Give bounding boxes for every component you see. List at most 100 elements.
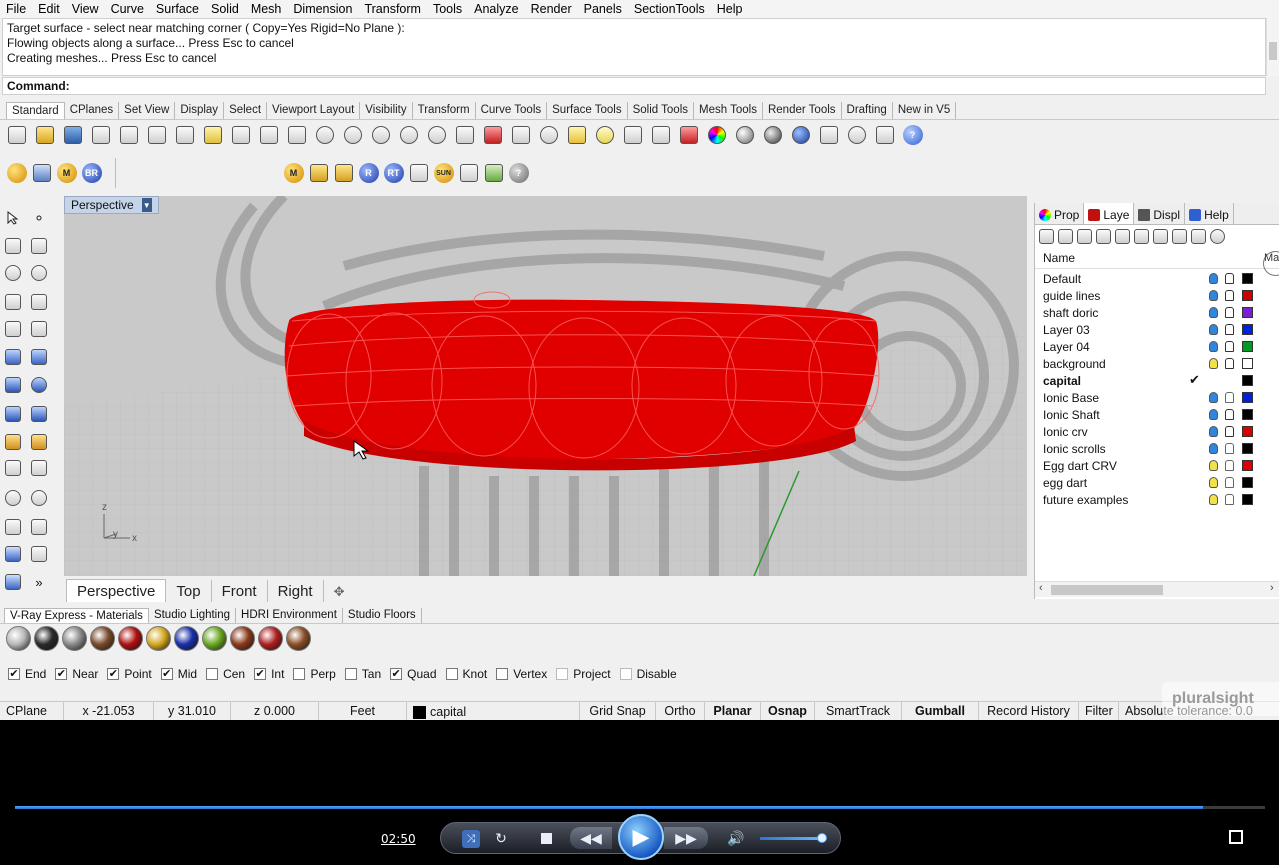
vray-bottle-button[interactable] — [29, 161, 54, 186]
menu-analyze[interactable]: Analyze — [468, 0, 524, 18]
tab-layers[interactable]: Laye — [1084, 203, 1135, 224]
rotate-view-button[interactable] — [284, 123, 309, 148]
layer-color-swatch[interactable] — [1242, 273, 1253, 284]
vray-tag2-button[interactable] — [331, 161, 356, 186]
vray-material-editor-button[interactable]: M — [281, 161, 306, 186]
name-column-header[interactable]: Name — [1043, 251, 1075, 265]
layer-color-swatch[interactable] — [1242, 358, 1253, 369]
lightbulb-icon[interactable] — [1209, 477, 1218, 488]
vray-br-button[interactable]: BR — [79, 161, 104, 186]
move-up-icon[interactable] — [1096, 228, 1111, 244]
tab-cplanes[interactable]: CPlanes — [65, 102, 120, 119]
new-sublayer-icon[interactable] — [1058, 228, 1073, 244]
lightbulb-icon[interactable] — [1209, 409, 1218, 420]
osnap-vertex[interactable]: Vertex — [496, 667, 547, 681]
array-button[interactable] — [2, 571, 24, 593]
tab-drafting[interactable]: Drafting — [842, 102, 893, 119]
polyline-button[interactable] — [2, 235, 24, 257]
mute-button[interactable]: 🔊 — [726, 829, 746, 847]
car-button[interactable] — [480, 123, 505, 148]
material-swatch[interactable] — [146, 626, 171, 651]
osnap-near[interactable]: ✔ Near — [55, 667, 98, 681]
shuffle-button[interactable]: ⤨ — [462, 830, 480, 848]
smarttrack-toggle[interactable]: SmartTrack — [815, 702, 902, 720]
move-left-icon[interactable] — [1134, 228, 1149, 244]
layer-row[interactable]: shaft doric — [1035, 304, 1279, 321]
layer-row[interactable]: Ionic Shaft — [1035, 406, 1279, 423]
lightbulb-icon[interactable] — [1209, 358, 1218, 369]
arc-button[interactable] — [2, 291, 24, 313]
layer-row[interactable]: guide lines — [1035, 287, 1279, 304]
tab-help[interactable]: Help — [1185, 203, 1234, 224]
analyze-button[interactable] — [816, 123, 841, 148]
trim-button[interactable] — [2, 457, 24, 479]
layer-color-swatch[interactable] — [1242, 307, 1253, 318]
seek-bar[interactable] — [15, 806, 1265, 809]
ortho-toggle[interactable]: Ortho — [656, 702, 705, 720]
snap-button[interactable] — [508, 123, 533, 148]
layer-button[interactable] — [676, 123, 701, 148]
menu-tools[interactable]: Tools — [427, 0, 468, 18]
layer-color-swatch[interactable] — [1242, 477, 1253, 488]
osnap-perp[interactable]: Perp — [293, 667, 336, 681]
point-button[interactable] — [28, 207, 50, 229]
fillet-curves-button[interactable] — [28, 318, 50, 340]
material-swatch[interactable] — [174, 626, 199, 651]
zoom-selected-button[interactable] — [396, 123, 421, 148]
document-icon[interactable] — [1172, 228, 1187, 244]
layer-row[interactable]: Layer 04 — [1035, 338, 1279, 355]
tab-solid-tools[interactable]: Solid Tools — [628, 102, 694, 119]
zoom-button[interactable] — [312, 123, 337, 148]
osnap-mid[interactable]: ✔ Mid — [160, 667, 197, 681]
tab-display[interactable]: Display — [175, 102, 225, 119]
circle-button[interactable] — [2, 262, 24, 284]
tab-front[interactable]: Front — [212, 580, 268, 602]
tab-curve-tools[interactable]: Curve Tools — [476, 102, 548, 119]
layer-row[interactable]: Ionic crv — [1035, 423, 1279, 440]
checkbox[interactable] — [619, 668, 632, 680]
menu-sectiontools[interactable]: SectionTools — [628, 0, 711, 18]
current-layer[interactable]: capital — [407, 702, 580, 720]
lightbulb-icon[interactable] — [1209, 324, 1218, 335]
surface-points-button[interactable] — [2, 346, 24, 368]
tab-select[interactable]: Select — [224, 102, 268, 119]
lightbulb-icon[interactable] — [1209, 494, 1218, 505]
unlock-icon[interactable] — [1225, 392, 1234, 403]
layer-row[interactable]: Layer 03 — [1035, 321, 1279, 338]
gumball-toggle[interactable]: Gumball — [902, 702, 979, 720]
extrude-surface-button[interactable] — [28, 346, 50, 368]
menu-file[interactable]: File — [0, 0, 32, 18]
viewport-title[interactable]: Perspective ▼ — [64, 196, 159, 214]
polygon-button[interactable] — [2, 318, 24, 340]
box-button[interactable] — [2, 374, 24, 396]
lock-icon[interactable] — [1225, 358, 1234, 369]
repeat-button[interactable]: ↻ — [492, 829, 510, 847]
undo-button[interactable] — [228, 123, 253, 148]
vray-help-button[interactable]: ? — [506, 161, 531, 186]
new-layer-icon[interactable] — [1039, 228, 1054, 244]
tab-visibility[interactable]: Visibility — [360, 102, 413, 119]
lock-button[interactable] — [648, 123, 673, 148]
menu-surface[interactable]: Surface — [150, 0, 205, 18]
lightbulb-icon[interactable] — [1209, 460, 1218, 471]
lock-icon[interactable] — [1225, 409, 1234, 420]
material-swatch[interactable] — [286, 626, 311, 651]
copy-button[interactable] — [172, 123, 197, 148]
scroll-right-icon[interactable]: › — [1270, 582, 1274, 594]
units-label[interactable]: Feet — [319, 702, 407, 720]
play-button[interactable]: ▶ — [618, 814, 664, 860]
layer-color-swatch[interactable] — [1242, 290, 1253, 301]
boolean-button[interactable] — [28, 374, 50, 396]
save-button[interactable] — [60, 123, 85, 148]
rotate-button[interactable] — [2, 516, 24, 538]
osnap-point[interactable]: ✔ Point — [107, 667, 152, 681]
osnap-toggle[interactable]: Osnap — [761, 702, 815, 720]
cylinder-button[interactable] — [2, 403, 24, 425]
elapsed-time[interactable]: 02:50 — [381, 832, 416, 846]
layer-color-swatch[interactable] — [1242, 324, 1253, 335]
unlock-icon[interactable] — [1225, 494, 1234, 505]
split-button[interactable] — [28, 457, 50, 479]
menu-curve[interactable]: Curve — [105, 0, 150, 18]
tab-vray-materials[interactable]: V-Ray Express - Materials — [4, 608, 149, 623]
tab-transform[interactable]: Transform — [413, 102, 476, 119]
